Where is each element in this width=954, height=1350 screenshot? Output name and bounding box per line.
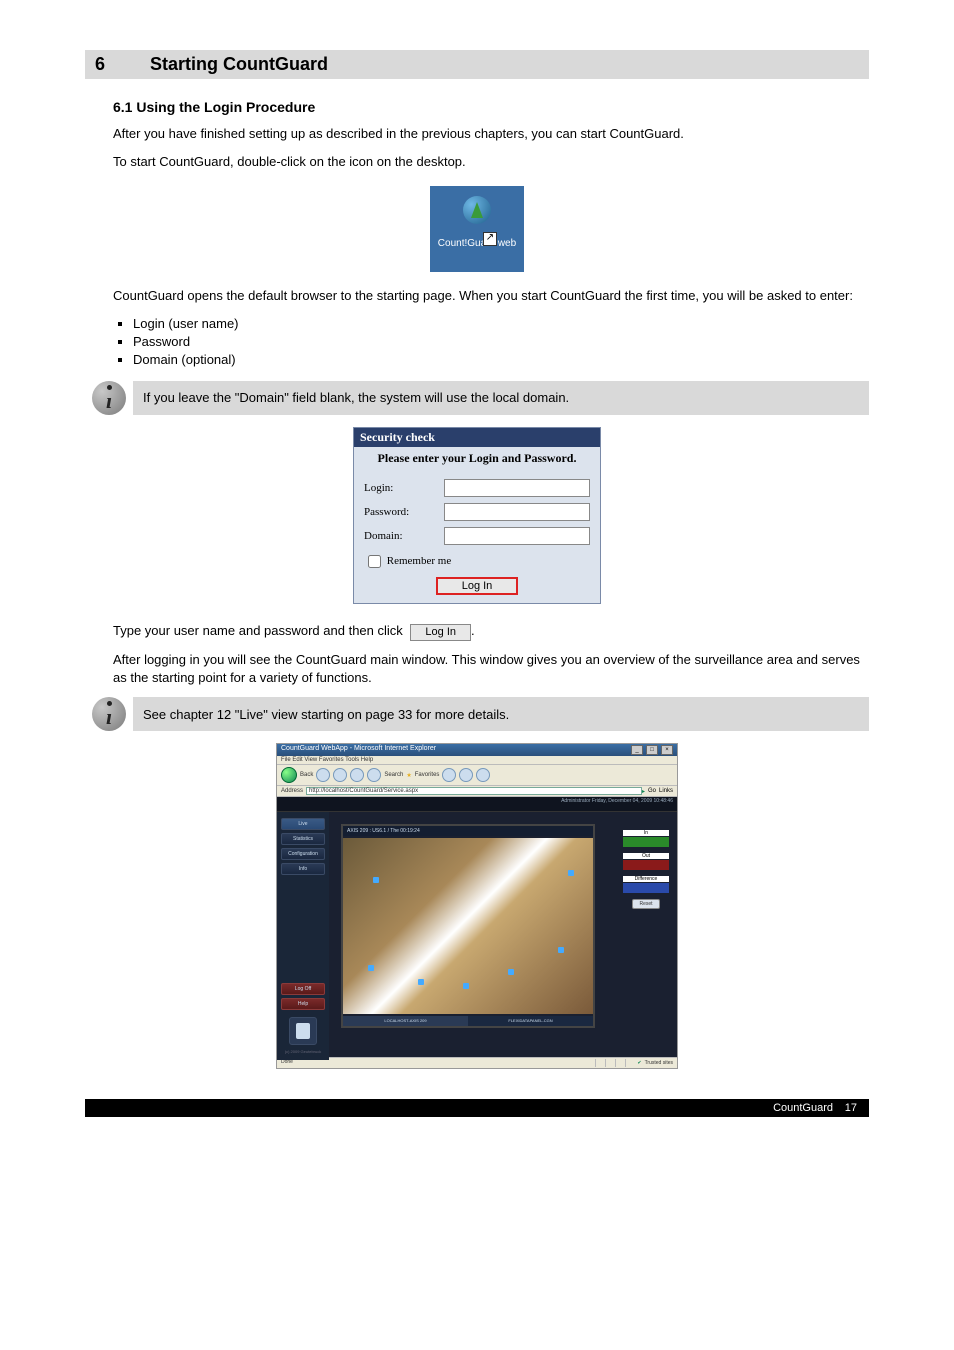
close-icon[interactable]: × [661, 745, 673, 755]
domain-label: Domain: [364, 530, 444, 542]
stop-icon[interactable] [333, 768, 347, 782]
app-body: Administrator Friday, December 04, 2009 … [277, 797, 677, 1057]
address-input[interactable]: http://localhost/CountGuard/Service.aspx [306, 787, 642, 795]
sidebar-item-statistics[interactable]: Statistics [281, 833, 325, 845]
remember-me-checkbox[interactable] [368, 555, 381, 568]
count-marker-icon [418, 979, 424, 985]
forward-button-icon[interactable] [316, 768, 330, 782]
section-header: 6 Starting CountGuard [85, 50, 869, 79]
intro-paragraph-3: CountGuard opens the default browser to … [113, 287, 869, 305]
count-marker-icon [368, 965, 374, 971]
sidebar-help-button[interactable]: Help [281, 998, 325, 1010]
in-count-box [623, 837, 669, 847]
login-label: Login: [364, 482, 444, 494]
remember-me-label: Remember me [387, 555, 451, 567]
back-button-icon[interactable] [281, 767, 297, 783]
login-instruction: Type your user name and password and the… [113, 622, 869, 641]
sidebar-item-configuration[interactable]: Configuration [281, 848, 325, 860]
app-content: AXIS 209 : US6.1 / The 00:19:24 [329, 812, 677, 1060]
count-marker-icon [463, 983, 469, 989]
login-input[interactable] [444, 479, 590, 497]
list-item: Password [133, 334, 869, 349]
intro-paragraph-2: To start CountGuard, double-click on the… [113, 153, 869, 171]
out-count-box [623, 860, 669, 870]
video-footer-left: LOCALHOST-AXIS 209 [343, 1016, 468, 1026]
maximize-icon[interactable]: □ [646, 745, 658, 755]
arrow-up-icon [471, 202, 483, 218]
security-dialog-subtitle: Please enter your Login and Password. [354, 447, 600, 476]
inline-login-button: Log In [410, 624, 471, 641]
ie-address-bar: Address http://localhost/CountGuard/Serv… [277, 786, 677, 797]
app-sidebar: Live Statistics Configuration Info Log O… [277, 812, 329, 1060]
favorites-star-icon[interactable]: ★ [406, 772, 411, 779]
password-label: Password: [364, 506, 444, 518]
home-icon[interactable] [367, 768, 381, 782]
links-label[interactable]: Links [659, 788, 673, 794]
login-fields-list: Login (user name) Password Domain (optio… [113, 316, 869, 367]
go-button[interactable]: Go [648, 788, 656, 794]
desktop-icon-label: Count!Guard web [430, 238, 524, 249]
footer-product: CountGuard [773, 1102, 833, 1114]
address-label: Address [281, 788, 303, 794]
refresh-icon[interactable] [350, 768, 364, 782]
status-left: Done [281, 1059, 293, 1067]
info-note-1: If you leave the "Domain" field blank, t… [133, 381, 869, 415]
list-item: Domain (optional) [133, 352, 869, 367]
subsection-title: 6.1 Using the Login Procedure [113, 99, 869, 115]
brand-logo-icon [289, 1017, 317, 1045]
counter-panel: In Out Difference Reset [623, 830, 669, 909]
ie-menubar[interactable]: File Edit View Favorites Tools Help [277, 756, 677, 765]
mail-icon[interactable] [459, 768, 473, 782]
footer-page-number: 17 [833, 1102, 857, 1114]
count-marker-icon [558, 947, 564, 953]
ie-window-title: CountGuard WebApp - Microsoft Internet E… [281, 745, 436, 755]
history-icon[interactable] [442, 768, 456, 782]
app-topbar: Administrator Friday, December 04, 2009 … [277, 797, 677, 812]
security-check-dialog: Security check Please enter your Login a… [353, 427, 601, 604]
search-label[interactable]: Search [384, 772, 403, 778]
copyright-text: (c) 2009 Geutebruck [281, 1049, 325, 1054]
topbar-user-time: Administrator Friday, December 04, 2009 … [561, 798, 673, 804]
shortcut-badge-icon: ↗ [483, 232, 497, 246]
video-title: AXIS 209 : US6.1 / The 00:19:24 [343, 826, 593, 836]
video-footer-right: FLEXIDATAPANEL-CGN [468, 1016, 593, 1026]
difference-count-box [623, 883, 669, 893]
reset-button[interactable]: Reset [632, 899, 659, 909]
list-item: Login (user name) [133, 316, 869, 331]
sidebar-item-live[interactable]: Live [281, 818, 325, 830]
count-marker-icon [373, 877, 379, 883]
page-footer: CountGuard 17 [85, 1099, 869, 1117]
out-label: Out [623, 853, 669, 859]
video-feed [343, 838, 593, 1014]
security-dialog-title: Security check [354, 428, 600, 447]
video-frame: AXIS 209 : US6.1 / The 00:19:24 [341, 824, 595, 1028]
section-title: Starting CountGuard [150, 54, 328, 74]
password-input[interactable] [444, 503, 590, 521]
minimize-icon[interactable]: _ [631, 745, 643, 755]
app-screenshot: CountGuard WebApp - Microsoft Internet E… [276, 743, 678, 1069]
after-login-paragraph: After logging in you will see the CountG… [113, 651, 869, 687]
difference-label: Difference [623, 876, 669, 882]
intro-paragraph-1: After you have finished setting up as de… [113, 125, 869, 143]
ie-titlebar: CountGuard WebApp - Microsoft Internet E… [277, 744, 677, 756]
favorites-label[interactable]: Favorites [415, 772, 440, 778]
ie-toolbar: Back Search ★ Favorites [277, 765, 677, 786]
domain-input[interactable] [444, 527, 590, 545]
info-icon: ı [92, 697, 126, 731]
info-note-2: See chapter 12 "Live" view starting on p… [133, 697, 869, 731]
section-number: 6 [95, 54, 105, 74]
trusted-sites-icon: ✔ [637, 1060, 641, 1066]
info-icon: ı [92, 381, 126, 415]
desktop-shortcut-icon: ↗ Count!Guard web [430, 186, 524, 272]
in-label: In [623, 830, 669, 836]
count-marker-icon [508, 969, 514, 975]
print-icon[interactable] [476, 768, 490, 782]
count-marker-icon [568, 870, 574, 876]
login-button[interactable]: Log In [436, 577, 519, 595]
sidebar-logoff-button[interactable]: Log Off [281, 983, 325, 995]
status-right: Trusted sites [645, 1060, 673, 1066]
back-label: Back [300, 772, 313, 778]
sidebar-item-info[interactable]: Info [281, 863, 325, 875]
